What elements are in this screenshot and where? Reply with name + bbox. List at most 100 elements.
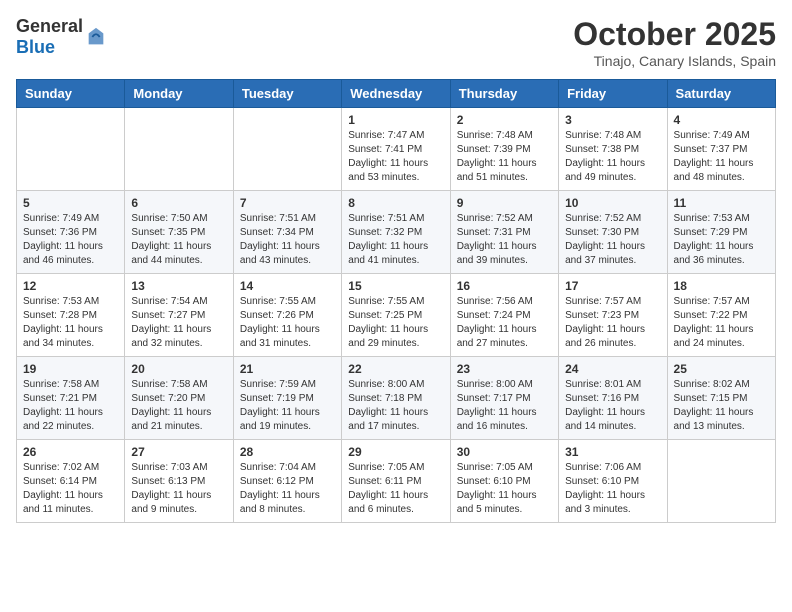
day-number: 9 — [457, 196, 552, 210]
day-header-wednesday: Wednesday — [342, 80, 450, 108]
calendar-cell: 27 Sunrise: 7:03 AM Sunset: 6:13 PM Dayli… — [125, 440, 233, 523]
day-number: 30 — [457, 445, 552, 459]
calendar-cell: 28Sunrise: 7:04 AM Sunset: 6:12 PM Dayli… — [233, 440, 341, 523]
calendar-cell: 26Sunrise: 7:02 AM Sunset: 6:14 PM Dayli… — [17, 440, 125, 523]
day-number: 5 — [23, 196, 118, 210]
calendar-cell: 4 Sunrise: 7:49 AM Sunset: 7:37 PM Daylig… — [667, 108, 775, 191]
cell-content: Sunrise: 7:48 AM Sunset: 7:38 PM Dayligh… — [565, 129, 660, 185]
day-number: 24 — [565, 362, 660, 376]
calendar-cell: 17 Sunrise: 7:57 AM Sunset: 7:23 PM Dayli… — [559, 274, 667, 357]
calendar-cell: 2 Sunrise: 7:48 AM Sunset: 7:39 PM Daylig… — [450, 108, 558, 191]
cell-content: Sunrise: 8:01 AM Sunset: 7:16 PM Dayligh… — [565, 378, 660, 434]
calendar-week-1: 1 Sunrise: 7:47 AM Sunset: 7:41 PM Daylig… — [17, 108, 776, 191]
logo: General Blue — [16, 16, 107, 58]
calendar-cell: 22Sunrise: 8:00 AM Sunset: 7:18 PM Dayli… — [342, 357, 450, 440]
cell-content: Sunrise: 7:57 AM Sunset: 7:23 PM Dayligh… — [565, 295, 660, 351]
calendar-cell: 5Sunrise: 7:49 AM Sunset: 7:36 PM Daylig… — [17, 191, 125, 274]
cell-content: Sunrise: 7:06 AM Sunset: 6:10 PM Dayligh… — [565, 461, 660, 517]
day-number: 2 — [457, 113, 552, 127]
cell-content: Sunrise: 7:53 AM Sunset: 7:28 PM Dayligh… — [23, 295, 118, 351]
day-number: 17 — [565, 279, 660, 293]
cell-content: Sunrise: 7:02 AM Sunset: 6:14 PM Dayligh… — [23, 461, 118, 517]
calendar-table: SundayMondayTuesdayWednesdayThursdayFrid… — [16, 79, 776, 523]
cell-content: Sunrise: 7:03 AM Sunset: 6:13 PM Dayligh… — [131, 461, 226, 517]
day-number: 4 — [674, 113, 769, 127]
day-header-tuesday: Tuesday — [233, 80, 341, 108]
month-title: October 2025 — [573, 16, 776, 53]
calendar-cell: 12 Sunrise: 7:53 AM Sunset: 7:28 PM Dayli… — [17, 274, 125, 357]
page-header: General Blue October 2025 Tinajo, Canary… — [16, 16, 776, 69]
calendar-cell: 18 Sunrise: 7:57 AM Sunset: 7:22 PM Dayli… — [667, 274, 775, 357]
cell-content: Sunrise: 7:57 AM Sunset: 7:22 PM Dayligh… — [674, 295, 769, 351]
day-number: 31 — [565, 445, 660, 459]
cell-content: Sunrise: 7:52 AM Sunset: 7:30 PM Dayligh… — [565, 212, 660, 268]
day-number: 6 — [131, 196, 226, 210]
day-number: 12 — [23, 279, 118, 293]
cell-content: Sunrise: 7:55 AM Sunset: 7:25 PM Dayligh… — [348, 295, 443, 351]
calendar-cell: 25Sunrise: 8:02 AM Sunset: 7:15 PM Dayli… — [667, 357, 775, 440]
calendar-cell — [17, 108, 125, 191]
day-header-monday: Monday — [125, 80, 233, 108]
cell-content: Sunrise: 7:48 AM Sunset: 7:39 PM Dayligh… — [457, 129, 552, 185]
calendar-header: SundayMondayTuesdayWednesdayThursdayFrid… — [17, 80, 776, 108]
calendar-cell: 6 Sunrise: 7:50 AM Sunset: 7:35 PM Daylig… — [125, 191, 233, 274]
day-number: 7 — [240, 196, 335, 210]
calendar-cell — [667, 440, 775, 523]
calendar-cell: 14 Sunrise: 7:55 AM Sunset: 7:26 PM Dayli… — [233, 274, 341, 357]
logo-general: General — [16, 16, 83, 36]
calendar-cell: 20Sunrise: 7:58 AM Sunset: 7:20 PM Dayli… — [125, 357, 233, 440]
day-header-friday: Friday — [559, 80, 667, 108]
cell-content: Sunrise: 7:50 AM Sunset: 7:35 PM Dayligh… — [131, 212, 226, 268]
day-header-thursday: Thursday — [450, 80, 558, 108]
calendar-cell: 24 Sunrise: 8:01 AM Sunset: 7:16 PM Dayli… — [559, 357, 667, 440]
calendar-cell — [233, 108, 341, 191]
title-area: October 2025 Tinajo, Canary Islands, Spa… — [573, 16, 776, 69]
calendar-week-2: 5Sunrise: 7:49 AM Sunset: 7:36 PM Daylig… — [17, 191, 776, 274]
day-number: 28 — [240, 445, 335, 459]
location-title: Tinajo, Canary Islands, Spain — [573, 53, 776, 69]
calendar-cell: 13Sunrise: 7:54 AM Sunset: 7:27 PM Dayli… — [125, 274, 233, 357]
calendar-cell: 30 Sunrise: 7:05 AM Sunset: 6:10 PM Dayli… — [450, 440, 558, 523]
calendar-cell: 19Sunrise: 7:58 AM Sunset: 7:21 PM Dayli… — [17, 357, 125, 440]
day-number: 1 — [348, 113, 443, 127]
calendar-cell: 29Sunrise: 7:05 AM Sunset: 6:11 PM Dayli… — [342, 440, 450, 523]
cell-content: Sunrise: 7:59 AM Sunset: 7:19 PM Dayligh… — [240, 378, 335, 434]
cell-content: Sunrise: 7:58 AM Sunset: 7:20 PM Dayligh… — [131, 378, 226, 434]
calendar-cell: 21 Sunrise: 7:59 AM Sunset: 7:19 PM Dayli… — [233, 357, 341, 440]
cell-content: Sunrise: 7:49 AM Sunset: 7:37 PM Dayligh… — [674, 129, 769, 185]
day-number: 27 — [131, 445, 226, 459]
calendar-cell: 31 Sunrise: 7:06 AM Sunset: 6:10 PM Dayli… — [559, 440, 667, 523]
day-number: 21 — [240, 362, 335, 376]
cell-content: Sunrise: 7:54 AM Sunset: 7:27 PM Dayligh… — [131, 295, 226, 351]
cell-content: Sunrise: 7:53 AM Sunset: 7:29 PM Dayligh… — [674, 212, 769, 268]
day-number: 14 — [240, 279, 335, 293]
cell-content: Sunrise: 7:51 AM Sunset: 7:34 PM Dayligh… — [240, 212, 335, 268]
day-number: 18 — [674, 279, 769, 293]
day-header-sunday: Sunday — [17, 80, 125, 108]
day-number: 15 — [348, 279, 443, 293]
day-header-saturday: Saturday — [667, 80, 775, 108]
calendar-cell: 3Sunrise: 7:48 AM Sunset: 7:38 PM Daylig… — [559, 108, 667, 191]
cell-content: Sunrise: 7:56 AM Sunset: 7:24 PM Dayligh… — [457, 295, 552, 351]
calendar-body: 1 Sunrise: 7:47 AM Sunset: 7:41 PM Daylig… — [17, 108, 776, 523]
calendar-cell: 23 Sunrise: 8:00 AM Sunset: 7:17 PM Dayli… — [450, 357, 558, 440]
day-number: 23 — [457, 362, 552, 376]
cell-content: Sunrise: 7:52 AM Sunset: 7:31 PM Dayligh… — [457, 212, 552, 268]
day-number: 8 — [348, 196, 443, 210]
day-number: 22 — [348, 362, 443, 376]
calendar-week-4: 19Sunrise: 7:58 AM Sunset: 7:21 PM Dayli… — [17, 357, 776, 440]
cell-content: Sunrise: 7:47 AM Sunset: 7:41 PM Dayligh… — [348, 129, 443, 185]
calendar-cell: 10 Sunrise: 7:52 AM Sunset: 7:30 PM Dayli… — [559, 191, 667, 274]
calendar-cell: 9 Sunrise: 7:52 AM Sunset: 7:31 PM Daylig… — [450, 191, 558, 274]
cell-content: Sunrise: 7:05 AM Sunset: 6:10 PM Dayligh… — [457, 461, 552, 517]
calendar-cell: 15 Sunrise: 7:55 AM Sunset: 7:25 PM Dayli… — [342, 274, 450, 357]
cell-content: Sunrise: 7:55 AM Sunset: 7:26 PM Dayligh… — [240, 295, 335, 351]
cell-content: Sunrise: 7:51 AM Sunset: 7:32 PM Dayligh… — [348, 212, 443, 268]
cell-content: Sunrise: 8:00 AM Sunset: 7:17 PM Dayligh… — [457, 378, 552, 434]
calendar-cell: 1 Sunrise: 7:47 AM Sunset: 7:41 PM Daylig… — [342, 108, 450, 191]
calendar-cell: 8 Sunrise: 7:51 AM Sunset: 7:32 PM Daylig… — [342, 191, 450, 274]
calendar-cell — [125, 108, 233, 191]
cell-content: Sunrise: 8:02 AM Sunset: 7:15 PM Dayligh… — [674, 378, 769, 434]
day-number: 10 — [565, 196, 660, 210]
day-number: 11 — [674, 196, 769, 210]
